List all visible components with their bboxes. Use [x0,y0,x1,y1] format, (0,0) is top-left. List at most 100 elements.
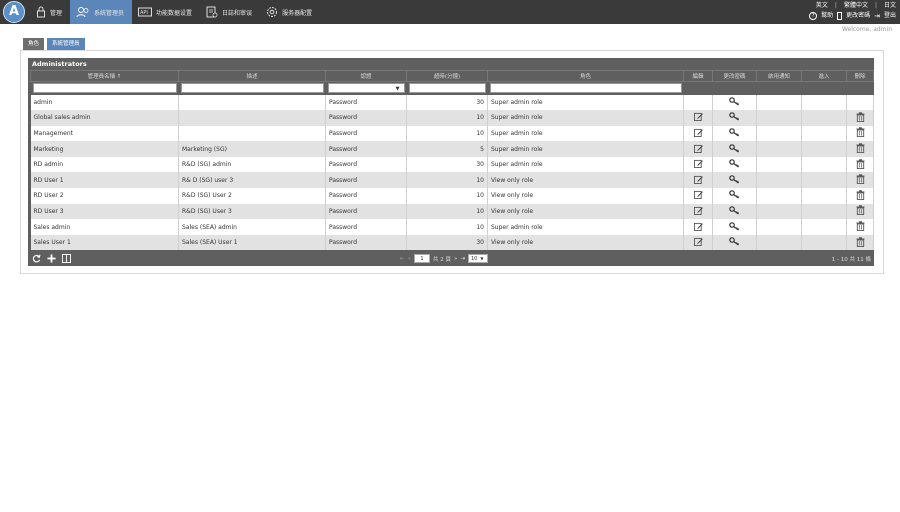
edit-icon[interactable] [693,222,703,233]
change-password-link[interactable]: 更改密碼 [846,11,870,21]
key-icon[interactable] [729,206,740,217]
page-count-text: 共 2 頁 [432,256,451,263]
lang-english-link[interactable]: 英文 [816,1,828,11]
column-header-authentication[interactable]: 認證 [325,70,407,82]
cell-role: Super admin role [487,125,684,142]
help-link[interactable]: 幫助 [821,11,833,21]
edit-icon[interactable] [693,113,703,123]
key-icon[interactable] [729,112,740,123]
app-logo[interactable]: A [3,1,25,23]
column-header-timeout[interactable]: 超時(分鐘) [406,70,488,82]
cell-access [801,219,847,235]
key-icon[interactable] [729,159,740,170]
cell-timeout: 10 [406,125,488,142]
trash-icon[interactable] [856,221,865,233]
last-page-icon[interactable]: ⇥ [460,256,465,262]
cell-admin-name: RD admin [30,156,179,173]
chevron-down-icon: ▼ [395,86,400,93]
cell-notifications [756,94,802,111]
nav-item-server-config[interactable]: 服务器配置 [260,0,320,24]
key-icon[interactable] [729,190,740,201]
grid-footer: ⇤ « 1 共 2 頁 » ⇥ 10 ▼ 1 - 10 共 11 條 [28,252,874,266]
edit-icon[interactable] [693,144,703,155]
cell-description: R&D (SG) User 2 [178,188,326,204]
cell-change-password [712,156,757,173]
filter-authentication-select[interactable]: ▼ [327,83,405,94]
nav-item-label: 功能数据设置 [156,9,193,17]
table-row[interactable]: RD admin R&D (SG) admin Password 30 Super ad… [30,156,874,173]
cell-description: R& D (SG) user 3 [178,172,326,189]
pagination: ⇤ « 1 共 2 頁 » ⇥ 10 ▼ [400,254,488,263]
filter-admin-name-input[interactable] [32,83,177,94]
edit-icon[interactable] [693,191,703,201]
tab-system-admins[interactable]: 系統管理員 [47,38,85,50]
edit-icon[interactable] [693,175,703,186]
filter-role-input[interactable] [489,83,682,94]
lang-trad-chinese-link[interactable]: 繁體中文 [844,1,868,11]
cell-notifications [756,219,802,235]
column-header-role[interactable]: 角色 [487,70,684,82]
cell-change-password [712,188,757,204]
tab-roles[interactable]: 角色 [23,38,45,50]
key-icon[interactable] [729,96,740,108]
page-number-input[interactable]: 1 [413,254,430,263]
cell-admin-name: Sales admin [30,219,179,235]
table-row[interactable]: Sales admin Sales (SEA) admin Password 10 Su… [30,219,874,235]
trash-icon[interactable] [856,174,865,186]
table-row[interactable]: Global sales admin Password 10 Super admin … [30,110,874,126]
cell-notifications [756,188,802,204]
column-header-admin-name[interactable]: 管理員名稱 ↑ [30,70,179,82]
cell-timeout: 10 [406,188,488,204]
cell-authentication: Password [325,125,407,142]
trash-icon[interactable] [856,236,865,249]
table-row[interactable]: Management Password 10 Super admin role [30,125,874,142]
help-icon[interactable]: ? [809,12,818,20]
filter-description-input[interactable] [180,83,324,94]
key-icon[interactable] [729,143,740,155]
edit-icon[interactable] [693,206,703,217]
separator: | [874,2,877,9]
page-size-select[interactable]: 10 ▼ [467,254,488,263]
trash-icon[interactable] [856,205,865,217]
filter-timeout-input[interactable] [408,83,486,94]
table-row[interactable]: RD User 1 R& D (SG) user 3 Password 10 View … [30,172,874,189]
next-page-icon[interactable]: » [454,256,457,262]
first-page-icon[interactable]: ⇤ [400,256,405,262]
nav-item-management[interactable]: 管理 [30,0,70,24]
cell-timeout: 10 [406,110,488,126]
key-icon[interactable] [729,128,740,139]
key-icon[interactable] [729,174,740,186]
trash-icon[interactable] [856,190,865,202]
key-icon[interactable] [729,237,740,248]
gear-icon [267,7,278,17]
trash-icon[interactable] [856,158,865,171]
edit-icon[interactable] [693,238,703,248]
cell-access [801,141,847,157]
logout-icon[interactable]: ⇥ [874,11,880,21]
table-row[interactable]: RD User 3 R&D (SG) User 3 Password 10 View o… [30,203,874,220]
trash-icon[interactable] [856,127,865,139]
key-icon[interactable] [729,221,740,233]
lang-japanese-link[interactable]: 日文 [884,1,896,11]
table-row[interactable]: Marketing Marketing (SG) Password 5 Super ad… [30,141,874,157]
nav-item-system-admins[interactable]: 系统管理员 [70,0,133,24]
table-row[interactable]: admin Password 30 Super admin role [30,94,874,111]
column-header-description[interactable]: 描述 [178,70,326,82]
nav-item-api-settings[interactable]: API 功能数据设置 [132,0,200,24]
add-icon[interactable] [47,254,56,263]
trash-icon[interactable] [856,112,865,124]
refresh-icon[interactable] [32,254,41,263]
logout-link[interactable]: 登出 [884,11,896,21]
table-row[interactable]: RD User 2 R&D (SG) User 2 Password 10 View o… [30,188,874,204]
nav-item-logs[interactable]: 日誌和审误 [200,0,260,24]
edit-icon[interactable] [693,160,703,170]
prev-page-icon[interactable]: « [408,256,411,262]
cell-access [801,156,847,173]
table-row[interactable]: Sales User 1 Sales (SEA) User 1 Password 30… [30,234,874,251]
column-header-delete: 刪除 [846,70,874,82]
columns-icon[interactable] [62,254,71,263]
cell-delete [846,141,874,157]
trash-icon[interactable] [856,143,865,155]
cell-admin-name: Global sales admin [30,110,179,126]
edit-icon[interactable] [693,128,703,139]
